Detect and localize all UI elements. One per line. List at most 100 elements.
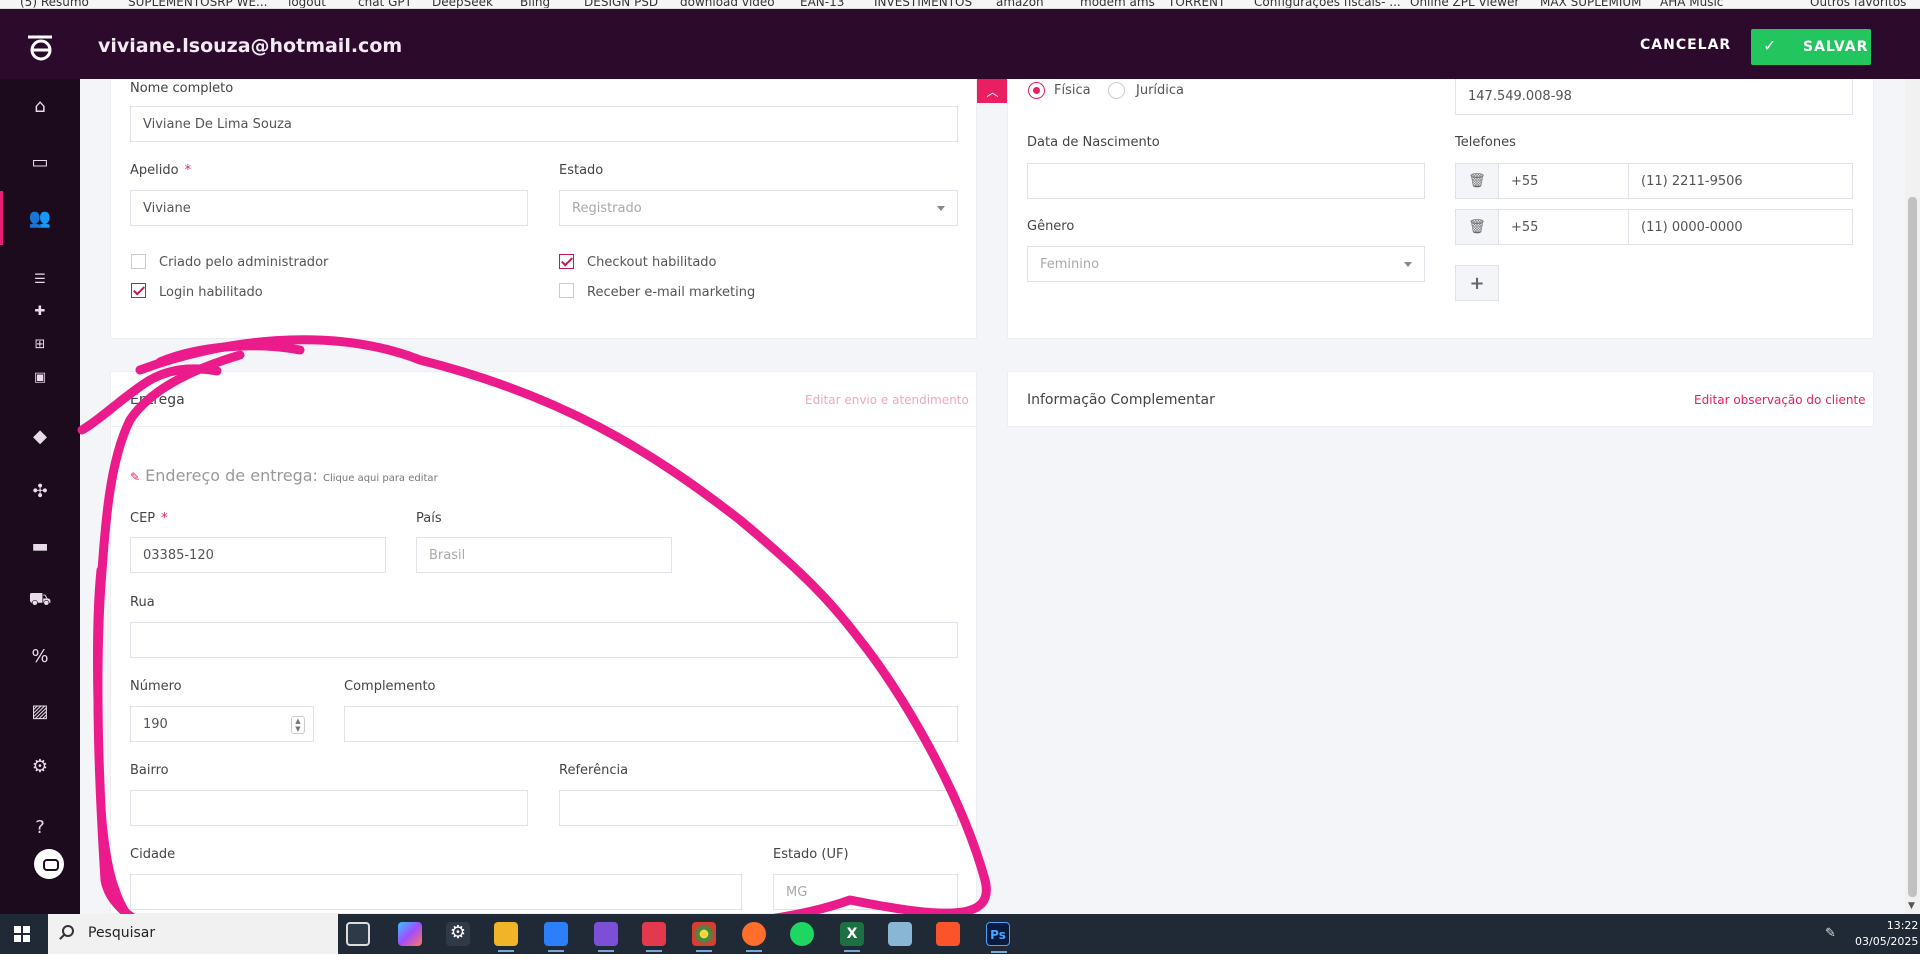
birth-date-input[interactable]: [1027, 163, 1425, 199]
bookmark-item[interactable]: INVESTIMENTOS: [874, 0, 972, 8]
phone-number-input[interactable]: (11) 0000-0000: [1628, 209, 1853, 245]
collapse-button[interactable]: ︿: [977, 79, 1008, 103]
bookmark-item[interactable]: (5) Resumo: [20, 0, 89, 8]
scroll-down-icon[interactable]: ▼: [1908, 901, 1915, 911]
bookmark-item[interactable]: Configurações fiscais- ...: [1254, 0, 1401, 8]
bookmark-item[interactable]: logout: [288, 0, 326, 8]
bookmark-item[interactable]: DESIGN PSD: [584, 0, 658, 8]
phone-country-input[interactable]: +55: [1498, 209, 1629, 245]
street-input[interactable]: [130, 622, 958, 658]
chat-bubble-icon[interactable]: [34, 849, 64, 879]
checkout-enabled-checkbox[interactable]: [559, 254, 574, 269]
edit-shipping-link[interactable]: Editar envio e atendimento: [805, 393, 969, 407]
cep-input[interactable]: 03385-120: [130, 537, 386, 573]
cpf-input[interactable]: 147.549.008-98: [1455, 79, 1853, 115]
app-icon[interactable]: [888, 922, 912, 946]
full-name-input[interactable]: Viviane De Lima Souza: [130, 106, 958, 142]
radio-fisica[interactable]: [1028, 82, 1045, 99]
gender-select[interactable]: Feminino: [1027, 246, 1425, 282]
bookmark-item[interactable]: amazon: [996, 0, 1044, 8]
cancel-button[interactable]: CANCELAR: [1640, 37, 1731, 53]
settings-icon[interactable]: ⚙: [0, 753, 80, 779]
notes-app-icon[interactable]: [594, 922, 618, 952]
add-phone-button[interactable]: +: [1455, 265, 1499, 301]
trash-icon[interactable]: 🗑: [1455, 209, 1499, 245]
stepper-arrows-icon[interactable]: ▲ ▼: [291, 716, 305, 734]
bookmark-item[interactable]: DeepSeek: [432, 0, 493, 8]
taskbar-search-placeholder: Pesquisar: [88, 925, 156, 941]
bookmark-item[interactable]: EAN-13: [800, 0, 844, 8]
excel-icon[interactable]: X: [840, 922, 864, 952]
bookmark-item[interactable]: Outros favoritos: [1810, 0, 1906, 8]
complement-input[interactable]: [344, 706, 958, 742]
caret-down-icon: [1404, 262, 1412, 267]
bookmark-item[interactable]: AHA Music: [1660, 0, 1723, 8]
credit-card-icon[interactable]: ▬: [0, 533, 80, 559]
login-enabled-label: Login habilitado: [159, 285, 263, 300]
edit-customer-note-link[interactable]: Editar observação do cliente: [1694, 393, 1866, 407]
created-by-admin-checkbox[interactable]: [131, 254, 146, 269]
cep-label: CEP *: [130, 511, 168, 526]
task-view-icon[interactable]: [346, 922, 370, 946]
customer-email-title: viviane.lsouza@hotmail.com: [98, 35, 403, 57]
scrollbar-thumb[interactable]: [1908, 197, 1917, 897]
percent-icon[interactable]: %: [0, 643, 80, 669]
address-hint: Clique aqui para editar: [323, 473, 438, 484]
marketing-email-label: Receber e-mail marketing: [587, 285, 756, 300]
bookmark-item[interactable]: Online ZPL Viewer: [1410, 0, 1519, 8]
windows-start-icon[interactable]: [14, 926, 30, 942]
neighborhood-input[interactable]: [130, 790, 528, 826]
photoshop-icon[interactable]: Ps: [986, 922, 1010, 953]
country-input[interactable]: Brasil: [416, 537, 672, 573]
login-enabled-checkbox[interactable]: [131, 283, 146, 298]
page-scrollbar[interactable]: ▼: [1905, 79, 1920, 914]
nickname-input[interactable]: Viviane: [130, 190, 528, 226]
bookmark-item[interactable]: download video: [680, 0, 775, 8]
photos-app-icon[interactable]: [642, 922, 666, 952]
truck-icon[interactable]: ⛟: [0, 588, 80, 614]
firefox-icon[interactable]: [742, 922, 766, 952]
image-icon[interactable]: ▨: [0, 698, 80, 724]
puzzle-icon[interactable]: ✣: [0, 478, 80, 504]
plus-icon[interactable]: ✚: [0, 302, 80, 320]
gender-label: Gênero: [1027, 219, 1075, 234]
help-icon[interactable]: ?: [0, 814, 80, 840]
bookmark-item[interactable]: TORRENT: [1168, 0, 1225, 8]
taskbar-clock[interactable]: 13:22 03/05/2025: [1855, 918, 1918, 950]
taskbar-search-box[interactable]: Pesquisar: [48, 914, 338, 954]
phone-number-input[interactable]: (11) 2211-9506: [1628, 163, 1853, 199]
users-icon[interactable]: 👥: [0, 191, 80, 245]
list-icon[interactable]: ☰: [0, 270, 80, 288]
bookmark-item[interactable]: SUPLEMENTOSRP WE...: [128, 0, 268, 8]
logo-icon[interactable]: [24, 33, 56, 61]
brave-icon[interactable]: [936, 922, 960, 946]
settings-app-icon[interactable]: ⚙: [446, 922, 470, 946]
number-input[interactable]: 190 ▲ ▼: [130, 706, 314, 742]
copilot-icon[interactable]: [398, 922, 422, 946]
chrome-icon[interactable]: [692, 922, 716, 952]
state-select[interactable]: Registrado: [559, 190, 958, 226]
bookmark-item[interactable]: chat GPT: [358, 0, 412, 8]
cash-icon[interactable]: ▣: [0, 368, 80, 386]
address-header[interactable]: ✎ Endereço de entrega: Clique aqui para …: [130, 466, 438, 485]
inbox-icon[interactable]: ▭: [0, 149, 80, 175]
person-card: Física Jurídica 147.549.008-98 Data de N…: [1007, 79, 1874, 339]
city-input[interactable]: [130, 874, 742, 910]
save-button[interactable]: ✓ SALVAR: [1751, 29, 1871, 65]
bookmark-item[interactable]: MAX SUPLEMIUM: [1540, 0, 1642, 8]
spotify-icon[interactable]: [790, 922, 814, 946]
pen-tray-icon[interactable]: ✎: [1825, 926, 1836, 941]
tag-icon[interactable]: ◆: [0, 423, 80, 449]
home-icon[interactable]: ⌂: [0, 93, 80, 119]
uf-input[interactable]: MG: [773, 874, 958, 910]
outlook-icon[interactable]: [544, 922, 568, 952]
file-explorer-icon[interactable]: [494, 922, 518, 952]
radio-juridica[interactable]: [1108, 82, 1125, 99]
reference-input[interactable]: [559, 790, 958, 826]
bookmark-item[interactable]: Bling: [520, 0, 550, 8]
marketing-email-checkbox[interactable]: [559, 283, 574, 298]
bank-icon[interactable]: ⊞: [0, 335, 80, 353]
bookmark-item[interactable]: modem ams: [1080, 0, 1155, 8]
phone-country-input[interactable]: +55: [1498, 163, 1629, 199]
trash-icon[interactable]: 🗑: [1455, 163, 1499, 199]
